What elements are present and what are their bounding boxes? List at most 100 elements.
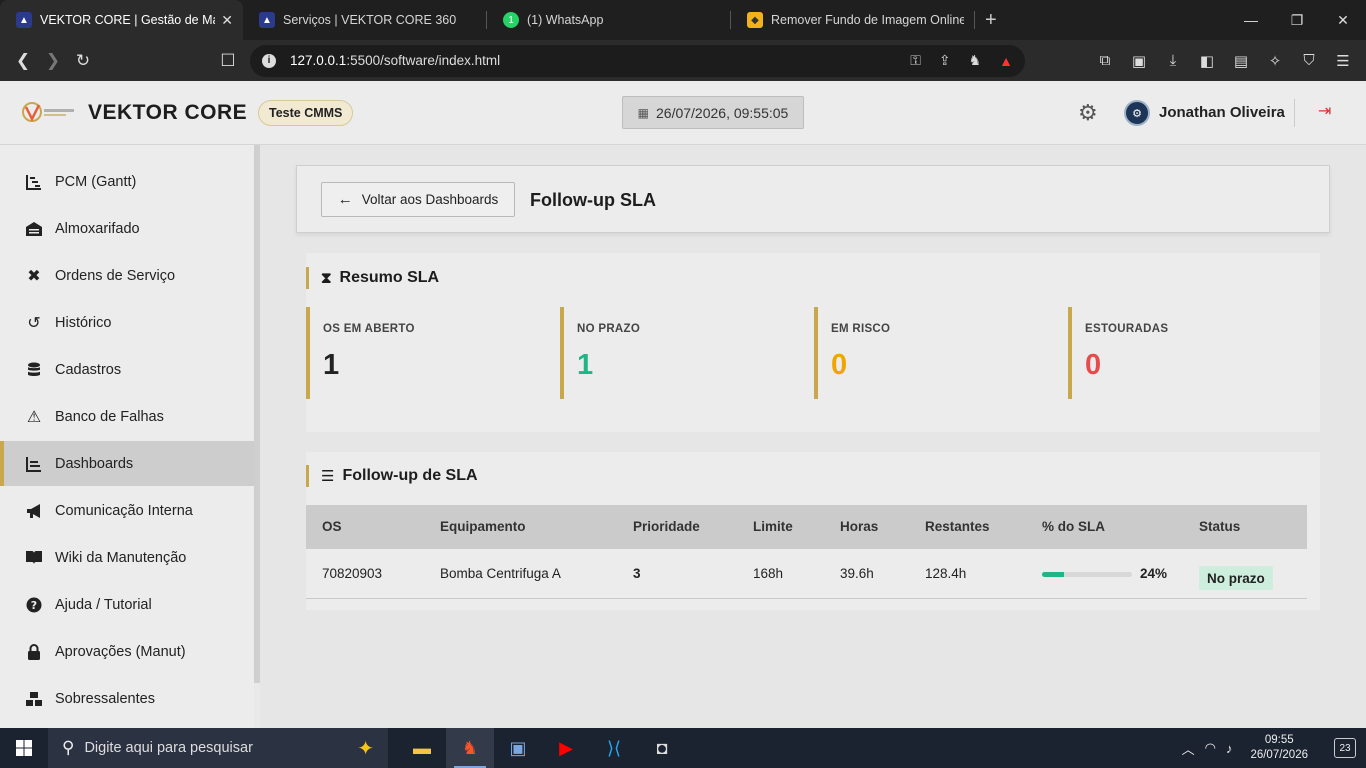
leo-ai-icon[interactable]: ✧ xyxy=(1260,46,1290,76)
sidebar-item-comunicacao-interna[interactable]: Comunicação Interna xyxy=(0,488,254,533)
app-header: VEKTOR CORE Teste CMMS ▦ 26/07/2026, 09:… xyxy=(0,81,1366,145)
sla-progress-fill xyxy=(1042,572,1064,577)
logout-icon[interactable]: ⇥ xyxy=(1318,101,1331,121)
lock-icon xyxy=(24,643,44,660)
gear-icon[interactable]: ⚙ xyxy=(1078,100,1098,126)
forward-arrow-icon[interactable]: ❯ xyxy=(38,46,68,76)
search-placeholder: Digite aqui para pesquisar xyxy=(84,740,253,756)
windows-taskbar: ⚲ Digite aqui para pesquisar ✦ ▬ ♞ ▣ ▶ ⟩… xyxy=(0,728,1366,768)
column-header-prioridade: Prioridade xyxy=(633,519,700,534)
sidebar: PCM (Gantt) Almoxarifado ✖ Ordens de Ser… xyxy=(0,145,254,728)
remote-connection-icon[interactable]: ▣ xyxy=(494,728,542,768)
avatar[interactable]: ⚙ xyxy=(1124,100,1150,126)
card-title: ⧗ Resumo SLA xyxy=(306,267,439,289)
wifi-icon[interactable]: ◠ xyxy=(1205,740,1216,756)
taskbar-search-input[interactable]: ⚲ Digite aqui para pesquisar ✦ xyxy=(48,728,388,768)
close-tab-icon[interactable]: ✕ xyxy=(221,12,233,29)
sidebar-item-wiki[interactable]: Wiki da Manutenção xyxy=(0,535,254,580)
cell-prioridade: 3 xyxy=(633,566,641,581)
history-icon: ↺ xyxy=(27,314,41,332)
vektor-favicon-icon: ▲ xyxy=(259,12,275,28)
app-window-icon[interactable]: ◘ xyxy=(638,728,686,768)
brave-rewards-icon[interactable]: ▲ xyxy=(999,53,1013,69)
card-title-text: Follow-up de SLA xyxy=(342,467,478,484)
sidebar-item-label: Histórico xyxy=(55,314,112,331)
sidebar-item-label: Dashboards xyxy=(55,455,134,472)
brand-name: VEKTOR CORE xyxy=(88,101,248,124)
sidebar-item-label: Banco de Falhas xyxy=(55,408,164,425)
cell-limite: 168h xyxy=(753,566,784,581)
cell-horas: 39.6h xyxy=(840,566,874,581)
extensions-icon[interactable]: ⧉ xyxy=(1090,46,1120,76)
key-icon[interactable]: ⚿ xyxy=(910,52,921,69)
taskbar-clock[interactable]: 09:55 26/07/2026 xyxy=(1250,733,1308,763)
site-info-icon[interactable]: i xyxy=(262,53,276,68)
remover-fundo-favicon-icon: ◆ xyxy=(747,12,763,28)
table-row[interactable]: 70820903 Bomba Centrifuga A 3 168h 39.6h… xyxy=(306,549,1307,599)
column-header-horas: Horas xyxy=(840,519,879,534)
column-header-os: OS xyxy=(322,519,342,534)
reader-mode-icon[interactable]: ▣ xyxy=(1124,46,1154,76)
menu-icon[interactable]: ☰ xyxy=(1328,46,1358,76)
close-window-icon[interactable]: ✕ xyxy=(1320,0,1366,40)
sparkle-icon: ✦ xyxy=(357,737,374,760)
hourglass-icon: ⧗ xyxy=(321,269,332,287)
sidebar-item-label: Ajuda / Tutorial xyxy=(55,596,152,613)
chevron-up-icon[interactable]: ︿ xyxy=(1182,739,1195,758)
wallet-icon[interactable]: ▤ xyxy=(1226,46,1256,76)
minimize-icon[interactable]: — xyxy=(1228,0,1274,40)
cell-restantes: 128.4h xyxy=(925,566,967,581)
volume-icon[interactable]: ♪ xyxy=(1226,741,1233,756)
url-host: 127.0.0.1 xyxy=(290,53,347,68)
sidebar-item-aprovacoes[interactable]: Aprovações (Manut) xyxy=(0,629,254,674)
back-to-dashboards-button[interactable]: ← Voltar aos Dashboards xyxy=(321,182,515,217)
vpn-shield-icon[interactable]: ⛉ xyxy=(1294,46,1324,76)
sidebar-item-banco-falhas[interactable]: ⚠ Banco de Falhas xyxy=(0,394,254,439)
sidebar-toggle-icon[interactable]: ◧ xyxy=(1192,46,1222,76)
new-tab-button[interactable]: + xyxy=(975,0,1007,40)
restore-icon[interactable]: ❐ xyxy=(1274,0,1320,40)
kpi-os-em-aberto: OS EM ABERTO 1 xyxy=(306,307,556,399)
tab-whatsapp[interactable]: 1 (1) WhatsApp xyxy=(487,0,730,40)
tab-title: Remover Fundo de Imagem Online G xyxy=(771,13,964,27)
sidebar-item-sobressalentes[interactable]: Sobressalentes xyxy=(0,676,254,721)
sidebar-item-cadastros[interactable]: Cadastros xyxy=(0,347,254,392)
page-header: ← Voltar aos Dashboards Follow-up SLA xyxy=(296,165,1330,233)
share-icon[interactable]: ⇪ xyxy=(939,52,951,69)
column-header-status: Status xyxy=(1199,519,1241,534)
windows-start-icon[interactable] xyxy=(0,728,48,768)
notification-center-icon[interactable]: 23 xyxy=(1334,738,1356,758)
brave-shields-icon[interactable]: ♞ xyxy=(969,52,982,69)
vscode-icon[interactable]: ⟩⟨ xyxy=(590,728,638,768)
main-content: ← Voltar aos Dashboards Follow-up SLA ⧗ … xyxy=(260,145,1366,728)
tab-remover-fundo[interactable]: ◆ Remover Fundo de Imagem Online G xyxy=(731,0,974,40)
sidebar-item-ajuda[interactable]: ? Ajuda / Tutorial xyxy=(0,582,254,627)
sidebar-item-dashboards[interactable]: Dashboards xyxy=(0,441,254,486)
help-icon: ? xyxy=(24,597,44,613)
brave-browser-icon[interactable]: ♞ xyxy=(446,728,494,768)
file-explorer-icon[interactable]: ▬ xyxy=(398,728,446,768)
reload-icon[interactable]: ↻ xyxy=(68,46,98,76)
window-controls: — ❐ ✕ xyxy=(1228,0,1366,40)
kpi-label: EM RISCO xyxy=(831,323,891,335)
tab-servicos[interactable]: ▲ Serviços | VEKTOR CORE 360 xyxy=(243,0,486,40)
download-icon[interactable]: ⤓ xyxy=(1158,46,1188,76)
youtube-icon[interactable]: ▶ xyxy=(542,728,590,768)
back-arrow-icon[interactable]: ❮ xyxy=(8,46,38,76)
sidebar-item-almoxarifado[interactable]: Almoxarifado xyxy=(0,206,254,251)
user-name[interactable]: Jonathan Oliveira xyxy=(1159,104,1285,121)
column-header-limite: Limite xyxy=(753,519,793,534)
sidebar-item-historico[interactable]: ↺ Histórico xyxy=(0,300,254,345)
sidebar-item-label: Comunicação Interna xyxy=(55,502,193,519)
url-field[interactable]: i 127.0.0.1:5500/software/index.html ⚿ ⇪… xyxy=(250,44,1025,77)
kpi-value: 0 xyxy=(831,349,848,381)
kpi-em-risco: EM RISCO 0 xyxy=(814,307,1064,399)
browser-address-bar: ❮ ❯ ↻ ☐ i 127.0.0.1:5500/software/index.… xyxy=(0,40,1366,81)
sidebar-item-pcm-gantt[interactable]: PCM (Gantt) xyxy=(0,159,254,204)
warehouse-icon xyxy=(24,221,44,237)
sidebar-item-ordens-servico[interactable]: ✖ Ordens de Serviço xyxy=(0,253,254,298)
clock-date: 26/07/2026 xyxy=(1250,749,1308,761)
bookmark-icon[interactable]: ☐ xyxy=(213,46,243,76)
system-tray: ︿ ◠ ♪ 09:55 26/07/2026 23 xyxy=(1182,733,1366,763)
tab-vektor-core[interactable]: ▲ VEKTOR CORE | Gestão de Manut ✕ xyxy=(0,0,243,40)
